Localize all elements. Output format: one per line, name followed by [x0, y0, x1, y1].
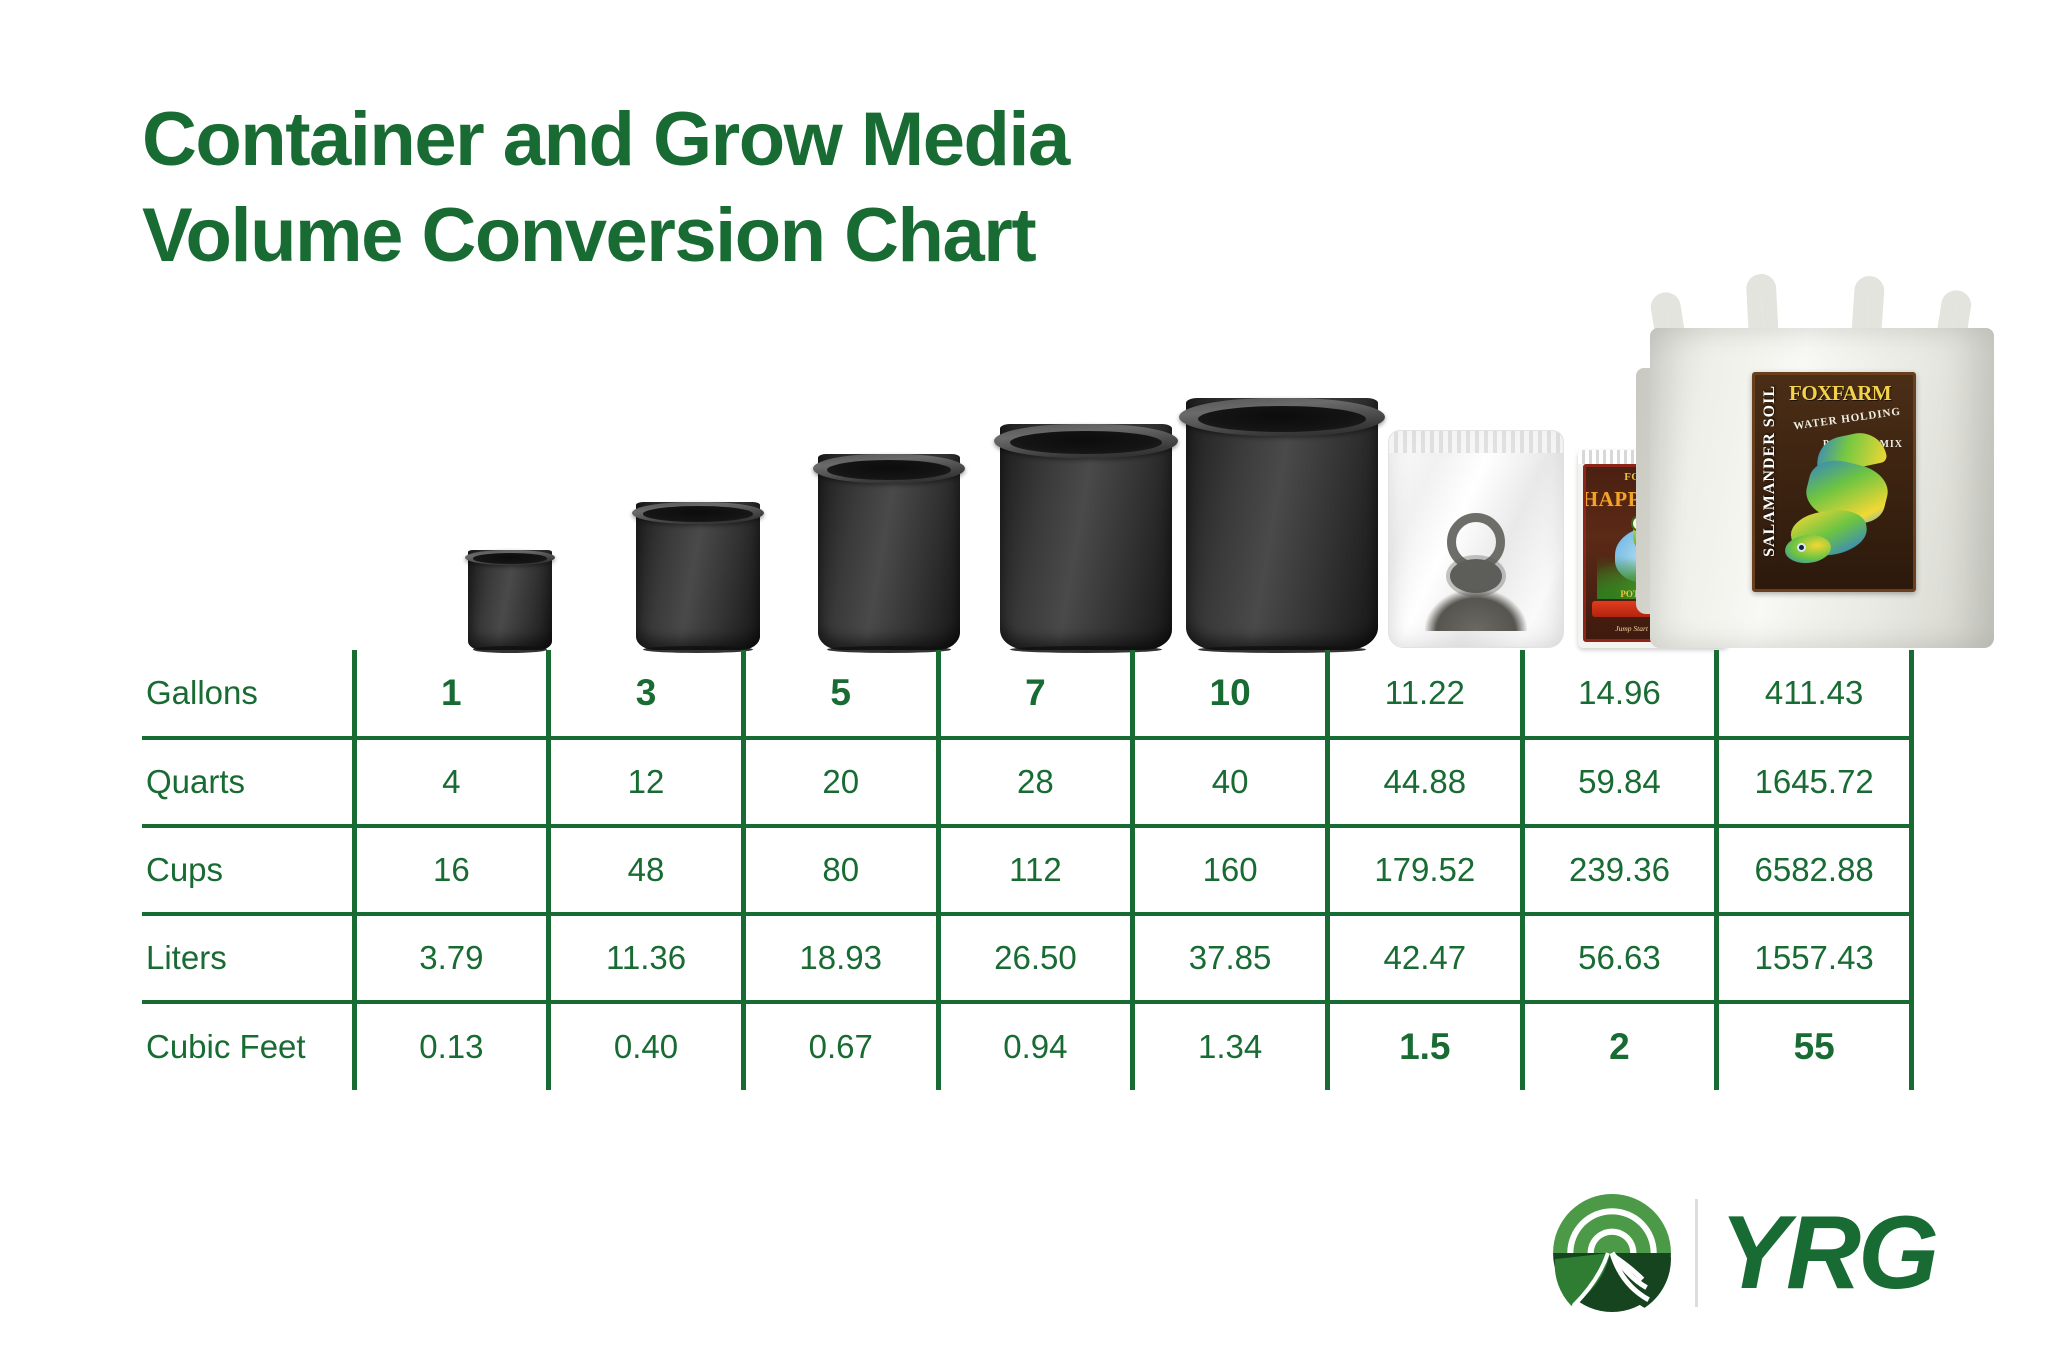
table-cell: 112	[935, 824, 1133, 914]
table-cell: 0.40	[546, 1000, 744, 1090]
table-cell: 28	[935, 736, 1133, 826]
table-cell: 37.85	[1130, 912, 1328, 1002]
table-cell: 5	[740, 650, 939, 738]
logo-divider	[1694, 1199, 1698, 1307]
bag-logo-mark	[1421, 511, 1531, 631]
table-cell: 12	[546, 736, 744, 826]
product-pot-1-gallon	[465, 550, 555, 653]
table-cell: 1	[351, 650, 549, 738]
table-cell: 26.50	[935, 912, 1133, 1002]
table-cell: 1.5	[1324, 1000, 1523, 1090]
logo-burst-shape	[1450, 559, 1502, 593]
table-cell: 3.79	[351, 912, 549, 1002]
yrg-logo: YRG	[1551, 1188, 1939, 1318]
pot-body	[1186, 398, 1378, 650]
table-cell: 3	[546, 650, 744, 738]
table-cell: 1.34	[1130, 1000, 1328, 1090]
table-cell: 179.52	[1324, 824, 1523, 914]
salamander-eye	[1797, 543, 1806, 552]
row-label: Liters	[142, 912, 354, 1002]
table-cell: 10	[1130, 650, 1328, 738]
table-cell: 0.67	[740, 1000, 939, 1090]
table-row: Cups 16 48 80 112 160 179.52 239.36 6582.88	[142, 824, 1914, 914]
water-holding-text: WATER HOLDING	[1792, 405, 1902, 433]
soil-mound-graphic	[1425, 589, 1527, 631]
infographic-page: Container and Grow Media Volume Conversi…	[0, 0, 2048, 1366]
product-pot-7-gallon	[993, 424, 1179, 653]
pot-opening	[473, 553, 547, 564]
product-pot-5-gallon	[813, 454, 965, 653]
salamander-graphic	[1783, 428, 1905, 585]
product-poly-bag	[1388, 430, 1564, 648]
table-cell: 20	[740, 736, 939, 826]
table-cell: 0.13	[351, 1000, 549, 1090]
pot-opening	[1197, 405, 1367, 432]
foxfarm-brand-text: FOXFARM	[1789, 381, 1892, 405]
table-cell: 18.93	[740, 912, 939, 1002]
product-pot-3-gallon	[631, 502, 765, 653]
row-label: Cubic Feet	[142, 1000, 354, 1090]
product-image-strip: FOXFARM HAPPY FROG POTTING SOIL Jump Sta…	[0, 130, 2048, 653]
pot-body	[468, 550, 552, 650]
table-row: Cubic Feet 0.13 0.40 0.67 0.94 1.34 1.5 2 55	[142, 1000, 1914, 1090]
logo-wordmark: YRG	[1719, 1195, 1939, 1311]
product-pot-10-gallon	[1179, 398, 1385, 653]
table-cell: 42.47	[1324, 912, 1523, 1002]
product-bulk-tote: SALAMANDER SOIL FOXFARM WATER HOLDING PO…	[1636, 252, 2008, 648]
table-row: Quarts 4 12 20 28 40 44.88 59.84 1645.72	[142, 736, 1914, 826]
table-row: Liters 3.79 11.36 18.93 26.50 37.85 42.47 56.63…	[142, 912, 1914, 1002]
table-cell: 14.96	[1519, 650, 1717, 738]
conversion-table-body: Gallons 1 3 5 7 10 11.22 14.96 411.43 Quarts 4 12 20…	[142, 650, 1914, 1090]
table-cell: 0.94	[935, 1000, 1133, 1090]
field-and-sun-emblem-icon	[1552, 1194, 1671, 1312]
pot-body	[818, 454, 960, 650]
table-cell: 48	[546, 824, 744, 914]
salamander-soil-label: SALAMANDER SOIL FOXFARM WATER HOLDING PO…	[1752, 372, 1916, 592]
conversion-table: Gallons 1 3 5 7 10 11.22 14.96 411.43 Quarts 4 12 20…	[142, 650, 1914, 1090]
table-cell: 44.88	[1324, 736, 1523, 826]
table-cell: 80	[740, 824, 939, 914]
table-row: Gallons 1 3 5 7 10 11.22 14.96 411.43	[142, 650, 1914, 738]
table-cell: 1557.43	[1714, 912, 1914, 1002]
table-cell: 160	[1130, 824, 1328, 914]
table-cell: 6582.88	[1714, 824, 1914, 914]
pot-body	[636, 502, 760, 650]
table-cell: 11.22	[1324, 650, 1523, 738]
table-cell: 11.36	[546, 912, 744, 1002]
row-label: Gallons	[146, 674, 258, 711]
table-cell: 411.43	[1714, 650, 1914, 738]
table-cell: 239.36	[1519, 824, 1717, 914]
table-cell: 56.63	[1519, 912, 1717, 1002]
row-label: Quarts	[142, 736, 354, 826]
pot-body	[1000, 424, 1172, 650]
salamander-product-text: SALAMANDER SOIL	[1761, 385, 1778, 557]
bag-crimp-seal	[1389, 431, 1563, 453]
table-cell: 55	[1714, 1000, 1914, 1090]
table-cell: 59.84	[1519, 736, 1717, 826]
table-cell: 16	[351, 824, 549, 914]
table-cell: 7	[935, 650, 1133, 738]
table-cell: 2	[1519, 1000, 1717, 1090]
row-label: Cups	[142, 824, 354, 914]
conversion-table-wrapper: Gallons 1 3 5 7 10 11.22 14.96 411.43 Quarts 4 12 20…	[142, 650, 1914, 1090]
pot-opening	[643, 506, 753, 522]
table-cell: 40	[1130, 736, 1328, 826]
table-cell: 1645.72	[1714, 736, 1914, 826]
table-cell: 4	[351, 736, 549, 826]
